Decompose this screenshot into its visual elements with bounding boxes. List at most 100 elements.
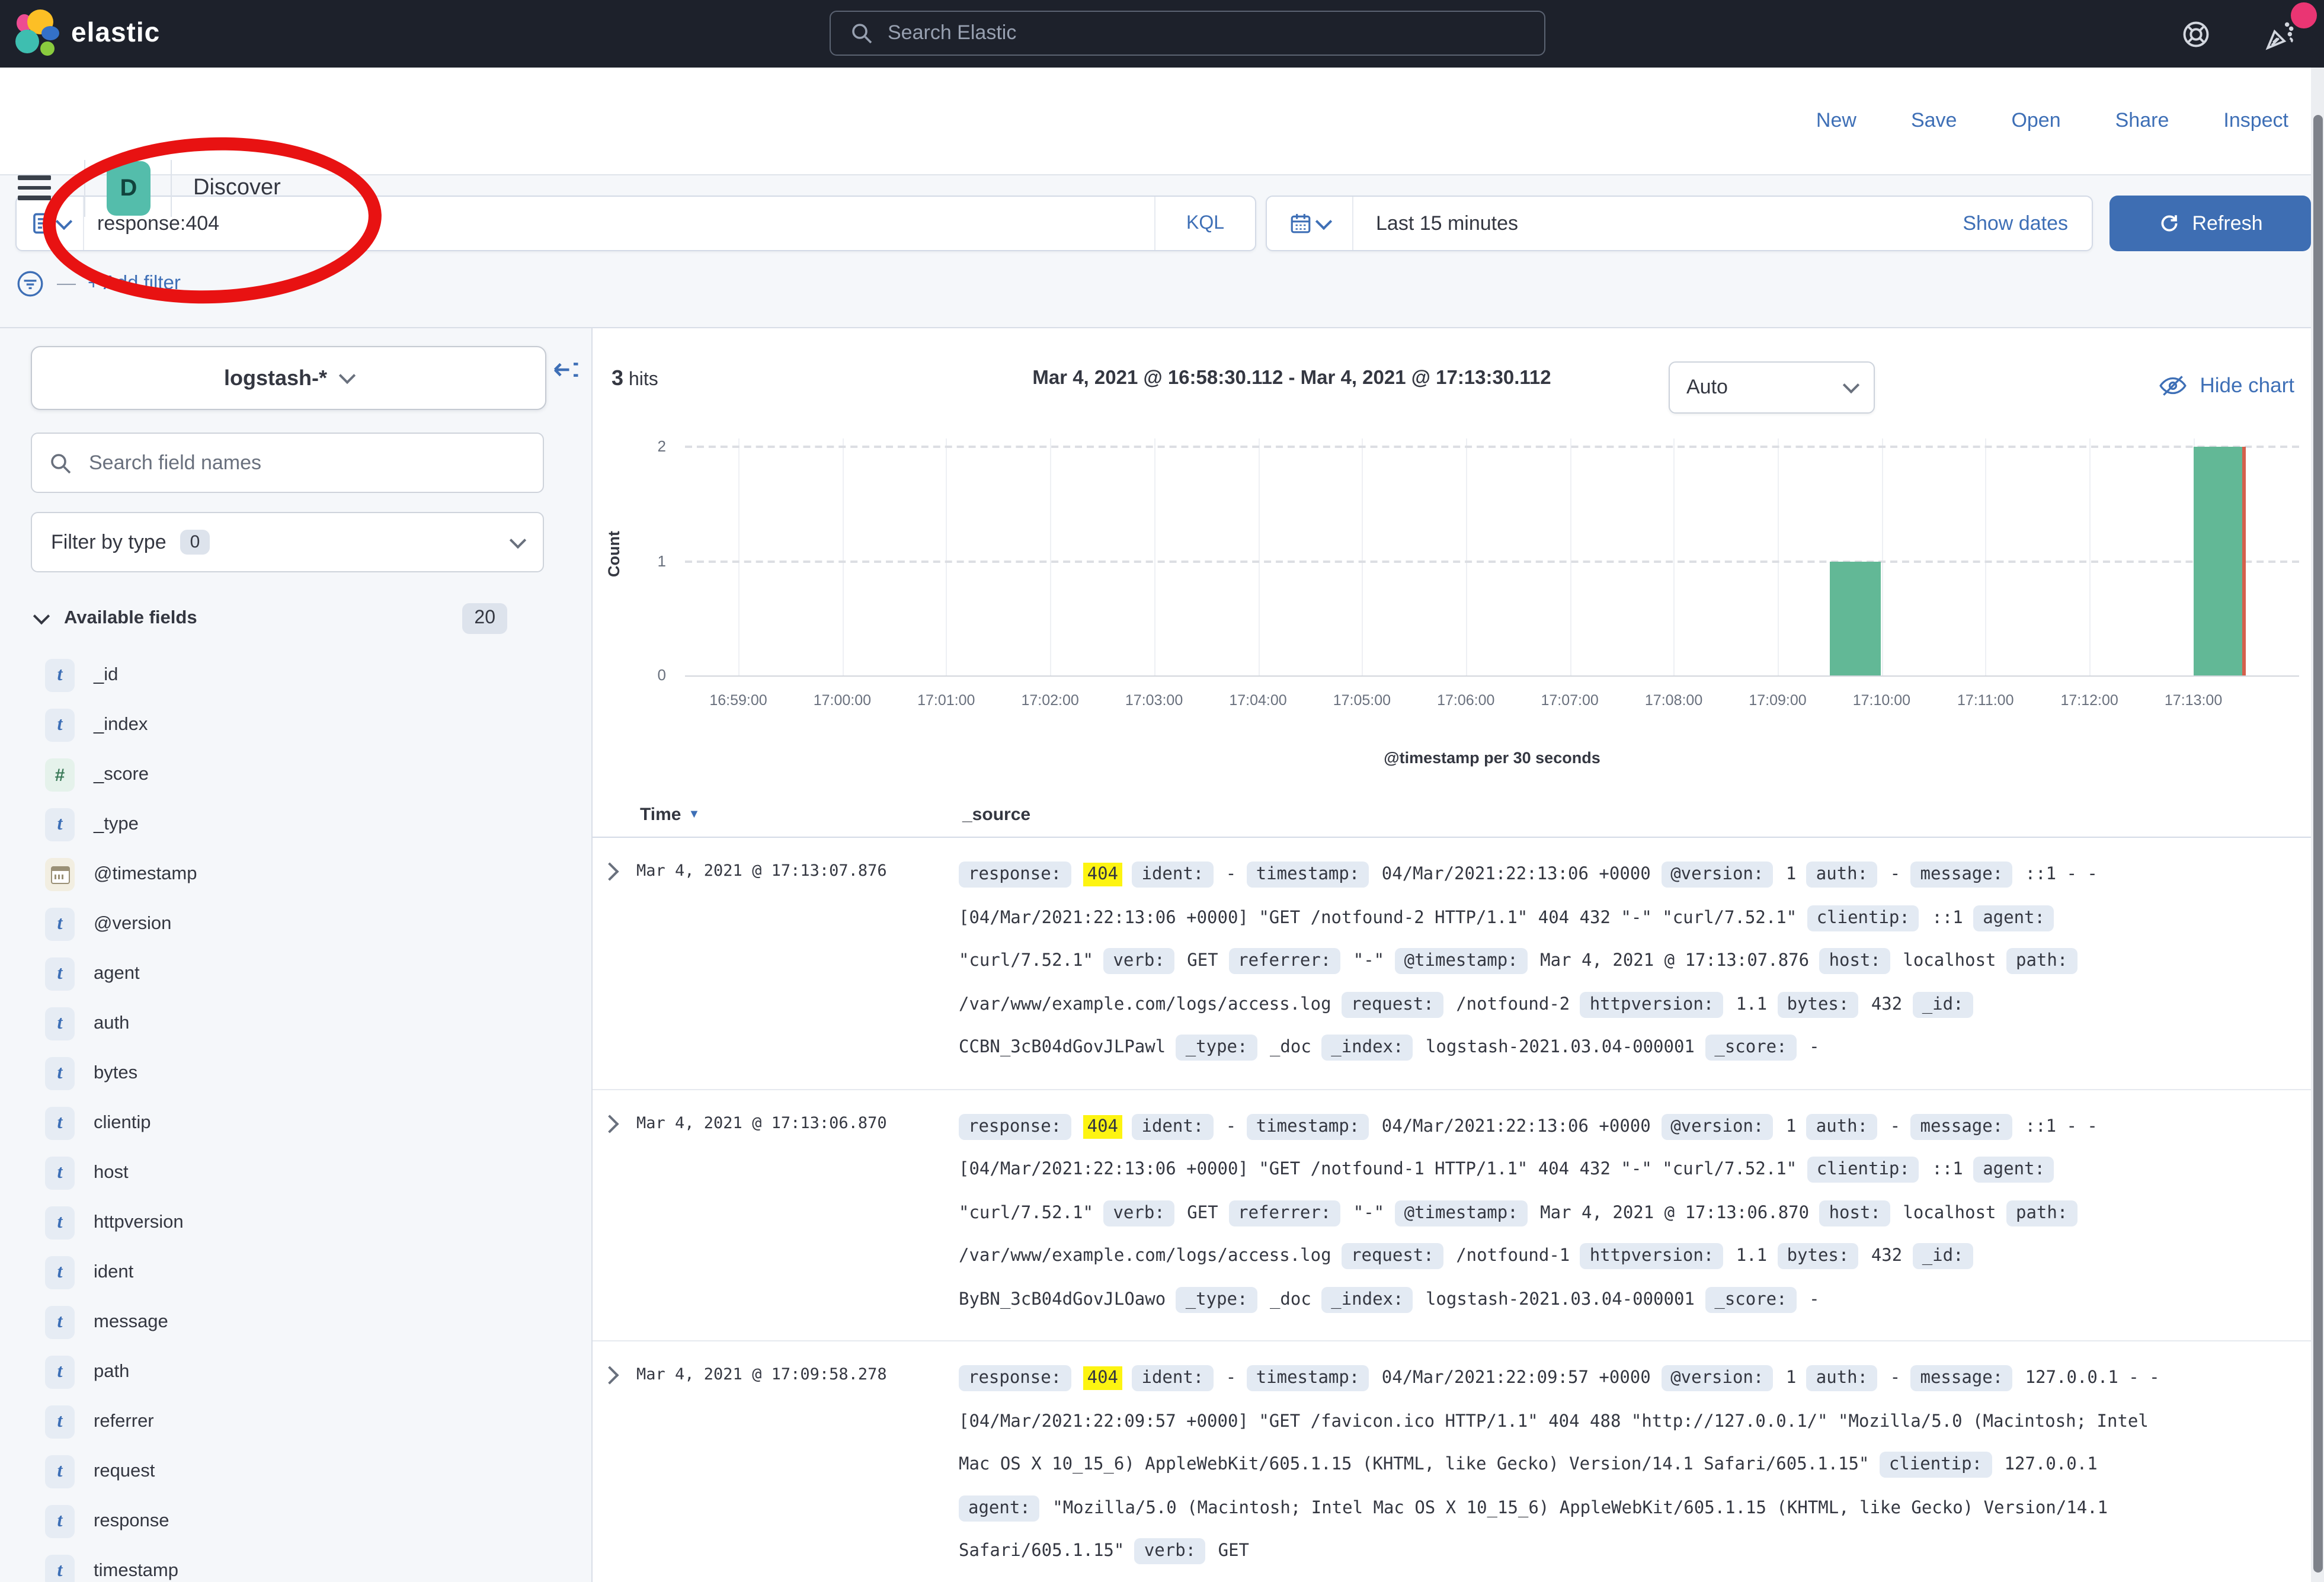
field-type-icon: t <box>45 957 75 991</box>
expand-row-icon[interactable] <box>600 1114 619 1132</box>
field-name: request <box>94 1461 155 1482</box>
field-name: referrer <box>94 1411 154 1433</box>
field-item-_score[interactable]: # _score <box>0 750 593 800</box>
field-name: clientip <box>94 1113 151 1134</box>
field-item-httpversion[interactable]: thttpversion <box>0 1198 593 1248</box>
date-picker[interactable]: Last 15 minutes Show dates <box>1266 196 2093 251</box>
source-field-name: path: <box>2006 948 2077 974</box>
field-name: response <box>94 1511 169 1532</box>
query-input[interactable]: response:404 KQL <box>15 196 1256 251</box>
field-item-referrer[interactable]: treferrer <box>0 1397 593 1447</box>
x-tick-label: 17:10:00 <box>1828 692 1935 709</box>
field-type-icon: t <box>45 808 75 841</box>
x-tick-label: 17:12:00 <box>2036 692 2143 709</box>
kql-button[interactable]: KQL <box>1154 197 1255 250</box>
field-item-path[interactable]: tpath <box>0 1347 593 1397</box>
field-item-message[interactable]: tmessage <box>0 1298 593 1347</box>
field-item-ident[interactable]: tident <box>0 1248 593 1298</box>
index-pattern-select[interactable]: logstash-* <box>31 346 546 410</box>
field-item-bytes[interactable]: tbytes <box>0 1049 593 1099</box>
fields-sidebar: logstash-* Search field names Filter by … <box>0 328 593 1582</box>
discover-app-badge[interactable]: D <box>107 161 151 216</box>
time-column-header[interactable]: Time ▼ <box>636 804 962 824</box>
field-type-icon: # <box>45 758 75 792</box>
field-item-clientip[interactable]: tclientip <box>0 1099 593 1148</box>
histogram-bar[interactable] <box>2194 447 2245 675</box>
nav-link-share[interactable]: Share <box>2115 109 2169 133</box>
nav-link-new[interactable]: New <box>1816 109 1856 133</box>
field-item-_id[interactable]: t_id <box>0 651 593 700</box>
app-navbar: D Discover NewSaveOpenShareInspect <box>0 68 2324 175</box>
field-item-@timestamp[interactable]: @timestamp <box>0 850 593 899</box>
source-field-name: clientip: <box>1807 1157 1919 1183</box>
field-type-icon: t <box>45 1206 75 1240</box>
hide-chart-link[interactable]: Hide chart <box>2158 371 2294 401</box>
filter-by-type-select[interactable]: Filter by type 0 <box>31 512 544 572</box>
field-item-auth[interactable]: tauth <box>0 999 593 1049</box>
show-dates-link[interactable]: Show dates <box>1963 197 2068 250</box>
x-tick-label: 17:11:00 <box>1932 692 2039 709</box>
expand-cell <box>593 1105 636 1321</box>
expand-row-icon[interactable] <box>600 1366 619 1384</box>
nav-link-inspect[interactable]: Inspect <box>2223 109 2288 133</box>
source-field-name: _score: <box>1705 1035 1796 1061</box>
source-field-name: verb: <box>1103 1200 1174 1226</box>
help-icon[interactable] <box>2181 19 2211 50</box>
filter-icon[interactable] <box>15 269 45 299</box>
field-item-@version[interactable]: t@version <box>0 899 593 949</box>
results-header: 3 hits Mar 4, 2021 @ 16:58:30.112 - Mar … <box>593 328 2311 417</box>
field-type-icon: t <box>45 1455 75 1488</box>
field-name: _index <box>94 715 148 736</box>
field-item-response[interactable]: tresponse <box>0 1497 593 1546</box>
interval-select[interactable]: Auto <box>1669 361 1875 414</box>
calendar-icon <box>50 866 69 883</box>
nav-link-open[interactable]: Open <box>2011 109 2060 133</box>
field-item-_type[interactable]: t_type <box>0 800 593 850</box>
nav-link-save[interactable]: Save <box>1911 109 1957 133</box>
elastic-logo-icon[interactable] <box>14 9 62 57</box>
field-type-icon: t <box>45 1256 75 1289</box>
refresh-button[interactable]: Refresh <box>2109 196 2311 251</box>
documents-table: Time ▼ _source Mar 4, 2021 @ 17:13:07.87… <box>593 792 2311 1582</box>
menu-icon[interactable] <box>18 175 51 200</box>
grid-line <box>2089 438 2091 675</box>
query-bar: response:404 KQL Last 15 minutes Show da… <box>0 174 2324 327</box>
doc-time: Mar 4, 2021 @ 17:13:07.876 <box>636 853 959 1069</box>
saved-query-menu-button[interactable] <box>17 197 84 250</box>
expand-row-icon[interactable] <box>600 862 619 880</box>
collapse-sidebar-icon[interactable] <box>552 356 581 384</box>
refresh-icon <box>2157 212 2180 235</box>
add-filter-link[interactable]: + Add filter <box>88 273 181 295</box>
histogram-bar[interactable] <box>1830 561 1881 675</box>
source-field-name: timestamp: <box>1247 862 1369 888</box>
scrollbar-thumb[interactable] <box>2313 115 2322 1573</box>
available-fields-header[interactable]: Available fields 20 <box>36 603 545 634</box>
field-item-request[interactable]: t request <box>0 1447 593 1497</box>
field-search-placeholder: Search field names <box>89 451 261 475</box>
field-item-agent[interactable]: tagent <box>0 949 593 999</box>
field-type-icon: t <box>45 908 75 941</box>
field-name: timestamp <box>94 1561 178 1582</box>
source-field-name: timestamp: <box>1247 1365 1369 1391</box>
source-field-name: clientip: <box>1807 905 1919 931</box>
page-scrollbar[interactable] <box>2311 68 2324 1582</box>
field-item-timestamp[interactable]: ttimestamp <box>0 1546 593 1582</box>
sort-descending-icon[interactable]: ▼ <box>689 808 700 821</box>
field-item-_index[interactable]: t_index <box>0 700 593 750</box>
grid-line <box>946 438 947 675</box>
doc-source: response: 404 ident: - timestamp: 04/Mar… <box>959 1357 2179 1573</box>
add-filter-row: — + Add filter <box>15 269 181 299</box>
calendar-menu-button[interactable] <box>1267 197 1353 250</box>
field-type-icon: t <box>45 1356 75 1389</box>
field-name: @timestamp <box>94 864 197 885</box>
field-item-host[interactable]: thost <box>0 1148 593 1198</box>
field-search-input[interactable]: Search field names <box>31 433 544 493</box>
newsfeed-icon[interactable] <box>2264 19 2294 50</box>
field-name: _score <box>94 764 149 786</box>
global-search-input[interactable]: Search Elastic <box>830 11 1545 56</box>
doc-source: response: 404 ident: - timestamp: 04/Mar… <box>959 1105 2179 1321</box>
source-field-name: _type: <box>1176 1035 1257 1061</box>
source-field-name: @version: <box>1661 1113 1773 1139</box>
source-field-name: httpversion: <box>1580 991 1724 1017</box>
source-field-name: _index: <box>1321 1286 1413 1312</box>
